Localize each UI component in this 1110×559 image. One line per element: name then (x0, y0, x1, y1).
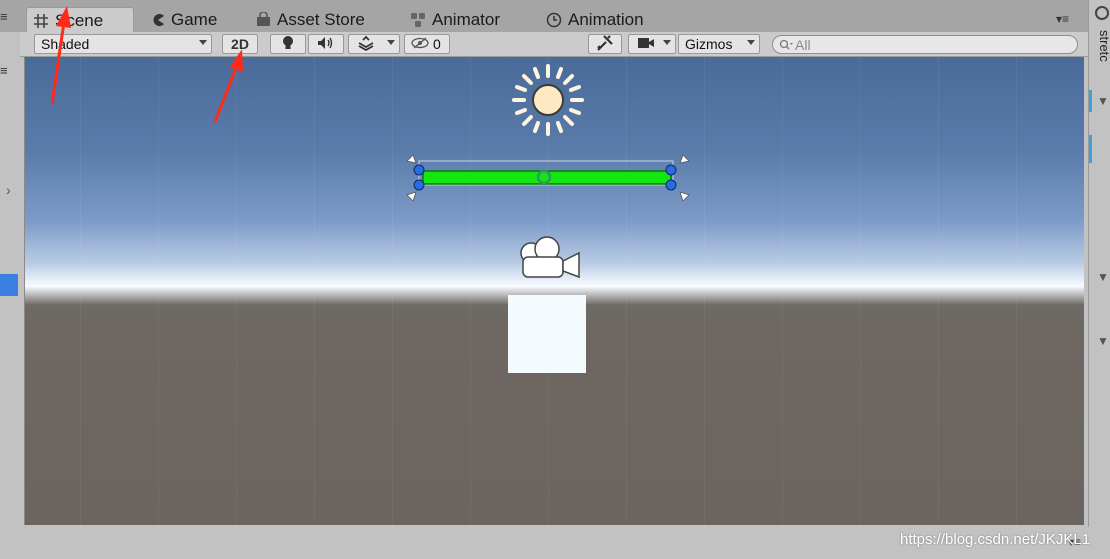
resize-handle (665, 164, 677, 176)
camera-gizmo-icon[interactable] (513, 231, 585, 283)
tab-game-label: Game (171, 9, 218, 29)
animator-icon (410, 12, 426, 28)
anchor-handle (406, 154, 417, 164)
grid-line (236, 57, 237, 525)
lighting-toggle-button[interactable] (270, 34, 306, 54)
grid-line (80, 57, 81, 525)
clock-icon (546, 12, 562, 28)
selection-marker (1089, 90, 1092, 112)
chevron-down-icon (387, 40, 395, 45)
menu-icon[interactable]: ≡ (0, 63, 8, 78)
triangle-down-icon[interactable]: ▼ (1097, 334, 1109, 348)
speaker-icon (317, 36, 335, 53)
anchor-handle (406, 191, 417, 201)
grid-line (314, 57, 315, 525)
chevron-right-icon[interactable]: › (6, 182, 11, 198)
resize-handle (665, 179, 677, 191)
tools-button[interactable] (588, 34, 622, 54)
cube-object[interactable] (508, 295, 586, 373)
resize-handle (413, 179, 425, 191)
tab-animator[interactable]: Animator (404, 7, 506, 32)
right-panel-label: stretc (1097, 30, 1110, 62)
scene-search-input[interactable]: All (772, 35, 1078, 54)
search-icon (779, 39, 793, 51)
scene-toolbar: Shaded 2D 0 Gizmos All (0, 32, 1090, 57)
annotation-arrow (50, 6, 71, 105)
tools-icon (596, 34, 614, 55)
anchor-handle (679, 191, 690, 201)
lightbulb-icon (281, 35, 295, 54)
gizmos-label: Gizmos (685, 36, 733, 52)
scene-viewport[interactable] (24, 57, 1084, 525)
tab-options-menu-icon[interactable]: ▾≡ (1056, 12, 1069, 26)
tab-asset-store-label: Asset Store (277, 9, 365, 29)
camera-dropdown[interactable] (628, 34, 676, 54)
triangle-down-icon[interactable]: ▼ (1097, 270, 1109, 284)
chevron-down-icon (663, 40, 671, 45)
hidden-count: 0 (433, 36, 441, 52)
tab-animator-label: Animator (432, 9, 501, 29)
grid-line (938, 57, 939, 525)
tab-bar: ≡ Scene Game Asset Store Animator Animat… (0, 0, 1090, 33)
directional-light-icon[interactable] (511, 63, 585, 137)
grid-line (470, 57, 471, 525)
selected-slider-object[interactable] (403, 151, 695, 201)
gizmos-dropdown[interactable]: Gizmos (678, 34, 760, 54)
chevron-down-icon (747, 40, 755, 45)
watermark: https://blog.csdn.net/JKJKL1 (900, 531, 1091, 548)
grid-line (782, 57, 783, 525)
effects-layers-icon (357, 35, 375, 54)
right-panel-edge: stretc ▼ ▼ ▼ (1088, 0, 1110, 559)
hidden-objects-toggle[interactable]: 0 (404, 34, 450, 54)
search-placeholder: All (795, 36, 811, 53)
help-circle-icon[interactable] (1095, 6, 1109, 20)
grid-line (626, 57, 627, 525)
triangle-down-icon[interactable]: ▼ (1097, 94, 1109, 108)
grid-line (704, 57, 705, 525)
resize-handle (413, 164, 425, 176)
panel-menu-icon[interactable]: ≡ (0, 10, 14, 24)
camera-icon (637, 36, 655, 52)
left-panel-edge: ≡ › (0, 32, 20, 532)
selection-marker (1089, 135, 1092, 163)
tab-animation-label: Animation (568, 9, 644, 29)
tab-asset-store[interactable]: Asset Store (250, 7, 371, 32)
grid-line (158, 57, 159, 525)
annotation-arrow (213, 49, 243, 123)
bag-icon (256, 12, 271, 27)
tab-animation[interactable]: Animation (540, 7, 650, 32)
grid-line (1016, 57, 1017, 525)
tab-game[interactable]: Game (145, 7, 223, 32)
audio-toggle-button[interactable] (308, 34, 344, 54)
eye-crossed-icon (411, 36, 429, 52)
anchor-handle (679, 154, 690, 164)
grid-line (860, 57, 861, 525)
grid-line (392, 57, 393, 525)
effects-dropdown[interactable] (348, 34, 400, 54)
selected-row-highlight (0, 274, 18, 296)
pacman-icon (151, 13, 165, 27)
